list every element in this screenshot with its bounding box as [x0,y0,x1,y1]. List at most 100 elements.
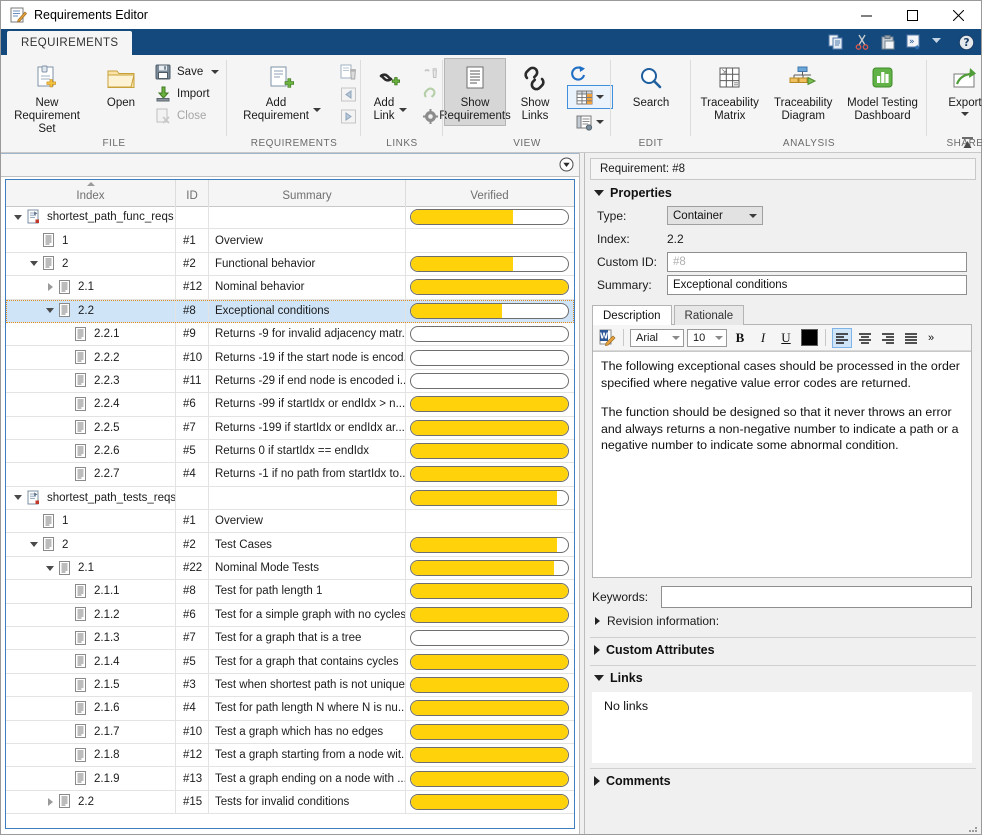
table-row[interactable]: 2.2.6#5Returns 0 if startIdx == endIdx [6,440,574,463]
type-select[interactable]: Container [667,206,763,225]
export-button[interactable]: Export [929,59,982,118]
add-link-dropdown-icon[interactable] [399,108,407,112]
add-requirement-dropdown-icon[interactable] [313,108,321,112]
table-row[interactable]: 2#2Functional behavior [6,253,574,276]
show-links-button[interactable]: Show Links [505,59,565,125]
table-row[interactable]: shortest_path_tests_reqs [6,487,574,510]
column-header-index[interactable]: Index [6,180,176,206]
table-row[interactable]: 2.1.6#4Test for path length N where N is… [6,697,574,720]
chevron-down-icon[interactable] [26,253,42,275]
align-justify-button[interactable] [901,328,921,348]
edit-link-icon[interactable] [419,84,441,105]
filter-dropdown-icon[interactable] [559,157,574,172]
minimize-button[interactable] [843,1,889,29]
toolbar-overflow-button[interactable]: » [924,328,938,348]
maximize-button[interactable] [889,1,935,29]
add-requirement-button[interactable]: Add Requirement [229,59,335,125]
chevron-down-icon[interactable] [42,300,58,322]
table-row[interactable]: 1#1Overview [6,229,574,252]
column-header-id[interactable]: ID [176,180,209,206]
column-header-verified[interactable]: Verified [406,180,573,206]
demote-requirement-icon[interactable] [337,106,359,127]
traceability-diagram-button[interactable]: Traceability Diagram [766,59,839,125]
tab-description[interactable]: Description [592,305,672,325]
chevron-down-icon[interactable] [10,206,26,228]
table-row[interactable]: 2#2Test Cases [6,533,574,556]
inspector-scroll-area[interactable]: Properties Type: Container Index: 2.2 [585,181,981,834]
keywords-input[interactable] [661,586,972,608]
columns-icon[interactable] [567,85,613,109]
help-icon[interactable]: ? [958,34,975,51]
underline-button[interactable]: U [776,328,796,348]
save-button[interactable]: Save [151,61,225,83]
close-file-button[interactable]: Close [151,105,225,127]
table-row[interactable]: 2.2.7#4Returns -1 if no path from startI… [6,463,574,486]
summary-input[interactable]: Exceptional conditions [667,275,967,295]
refresh-icon[interactable] [567,62,589,83]
layout-dropdown-icon[interactable] [596,120,604,124]
table-row[interactable]: 2.2.1#9Returns -9 for invalid adjacency … [6,323,574,346]
import-button[interactable]: Import [151,83,225,105]
table-row[interactable]: 2.2.3#11Returns -29 if end node is encod… [6,370,574,393]
table-row[interactable]: 1#1Overview [6,510,574,533]
table-row[interactable]: 2.1#12Nominal behavior [6,276,574,299]
table-row[interactable]: 2.1.5#3Test when shortest path is not un… [6,674,574,697]
cut-icon[interactable] [854,34,871,51]
open-button[interactable]: Open [91,59,151,112]
comments-header[interactable]: Comments [590,769,976,792]
custom-attributes-header[interactable]: Custom Attributes [590,638,976,661]
chevron-right-icon[interactable] [42,791,58,813]
delete-link-icon[interactable] [419,62,441,83]
table-row[interactable]: 2.1.9#13Test a graph ending on a node wi… [6,767,574,790]
table-row[interactable]: 2.1.8#12Test a graph starting from a nod… [6,744,574,767]
collapse-ribbon-icon[interactable] [957,133,977,151]
links-header[interactable]: Links [590,666,976,689]
tree-rows-container[interactable]: shortest_path_func_reqs1#1Overview2#2Fun… [6,206,574,828]
bold-button[interactable]: B [730,328,750,348]
traceability-matrix-button[interactable]: ⇲ Traceability Matrix [693,59,766,125]
link-settings-icon[interactable] [419,106,441,127]
chevron-down-icon[interactable] [26,533,42,555]
custom-id-input[interactable]: #8 [667,252,967,272]
tab-requirements[interactable]: REQUIREMENTS [7,31,132,55]
table-row[interactable]: 2.1.2#6Test for a simple graph with no c… [6,604,574,627]
table-row[interactable]: 2.2.5#7Returns -199 if startIdx or endId… [6,417,574,440]
open-in-word-icon[interactable]: W [597,328,617,348]
align-center-button[interactable] [855,328,875,348]
table-row[interactable]: 2.1.4#5Test for a graph that contains cy… [6,650,574,673]
table-row[interactable]: 2.1.3#7Test for a graph that is a tree [6,627,574,650]
table-row[interactable]: 2.2.4#6Returns -99 if startIdx or endIdx… [6,393,574,416]
column-header-summary[interactable]: Summary [209,180,406,206]
table-row[interactable]: shortest_path_func_reqs [6,206,574,229]
text-color-button[interactable] [799,328,819,348]
table-row[interactable]: 2.1#22Nominal Mode Tests [6,557,574,580]
font-size-select[interactable]: 10 [687,329,727,347]
italic-button[interactable]: I [753,328,773,348]
add-link-button[interactable]: Add Link [363,59,417,125]
save-dropdown-icon[interactable] [211,70,219,74]
customize-quick-access-icon[interactable]: » [906,34,923,51]
model-testing-dashboard-button[interactable]: Model Testing Dashboard [840,59,925,125]
show-requirements-button[interactable]: Show Requirements [445,59,505,125]
table-row[interactable]: 2.2#15Tests for invalid conditions [6,791,574,814]
table-row[interactable]: 2.1.7#10Test a graph which has no edges [6,721,574,744]
export-dropdown-icon[interactable] [961,112,969,116]
chevron-down-icon[interactable] [10,487,26,509]
copy-icon[interactable] [828,34,845,51]
properties-section-header[interactable]: Properties [590,181,976,204]
table-row[interactable]: 2.2.2#10Returns -19 if the start node is… [6,346,574,369]
columns-dropdown-icon[interactable] [596,95,604,99]
close-button[interactable] [935,1,981,29]
delete-requirement-icon[interactable] [337,62,359,83]
new-requirement-set-button[interactable]: New Requirement Set [3,59,91,138]
layout-icon[interactable] [567,111,613,133]
chevron-down-icon[interactable] [42,557,58,579]
description-text-area[interactable]: The following exceptional cases should b… [593,351,971,577]
revision-information-row[interactable]: Revision information: [585,609,981,633]
table-row[interactable]: 2.1.1#8Test for path length 1 [6,580,574,603]
chevron-right-icon[interactable] [42,276,58,298]
font-family-select[interactable]: Arial [630,329,684,347]
search-button[interactable]: Search [613,59,689,112]
chevron-down-icon[interactable] [932,34,949,51]
align-left-button[interactable] [832,328,852,348]
